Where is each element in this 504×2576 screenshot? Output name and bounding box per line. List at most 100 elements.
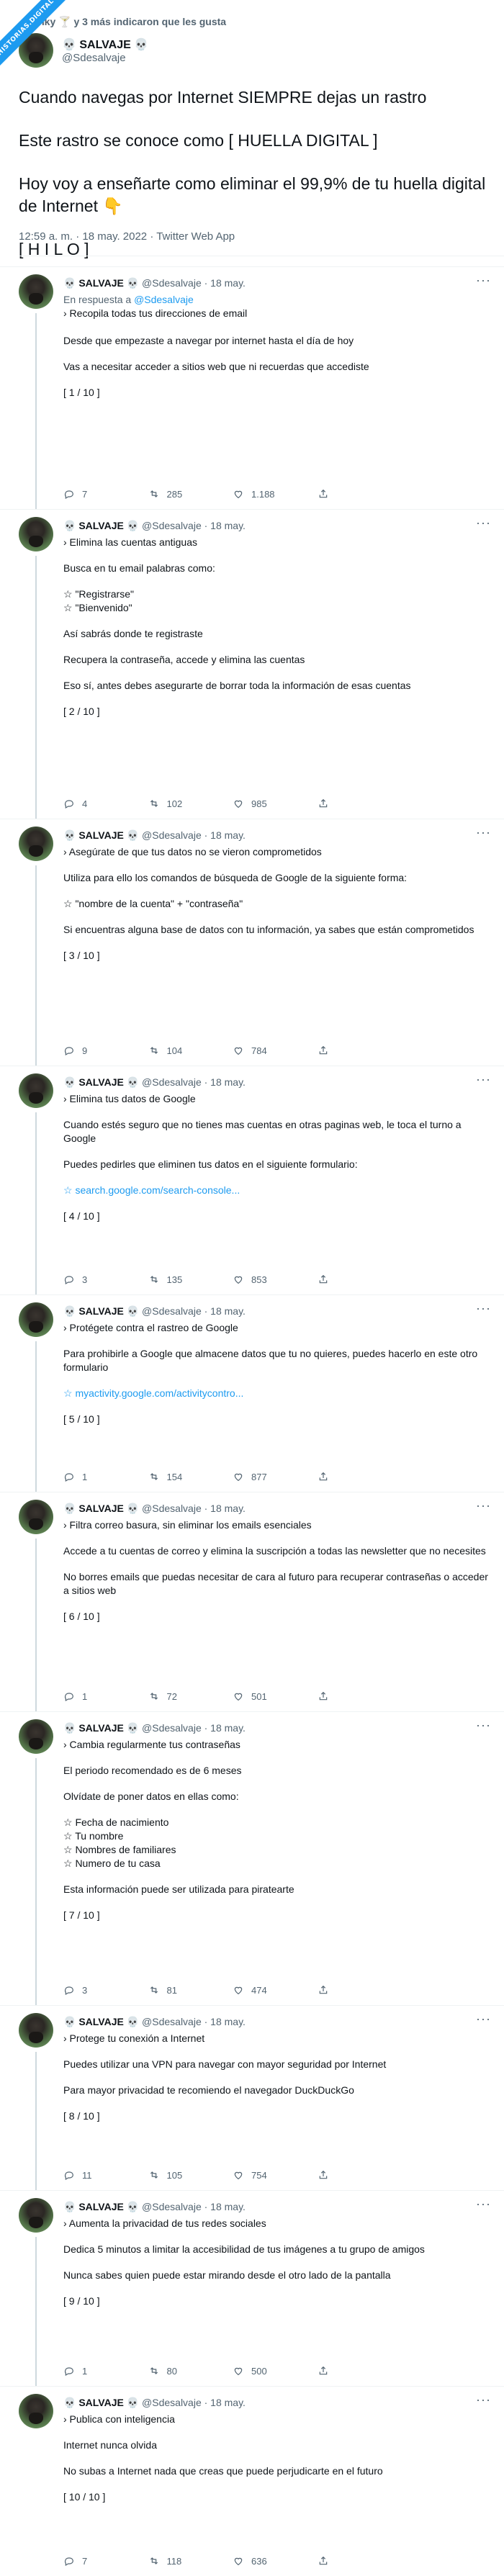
- reply-date[interactable]: · 18 may.: [204, 2016, 246, 2027]
- reply-tweet[interactable]: 💀 SALVAJE 💀 @Sdesalvaje · 18 may. ··· › Fi…: [0, 1492, 504, 1711]
- more-options-icon[interactable]: ···: [476, 273, 491, 288]
- like-button[interactable]: 636: [233, 2555, 318, 2567]
- author-handle[interactable]: @Sdesalvaje: [142, 2201, 202, 2212]
- share-button[interactable]: [318, 2169, 402, 2181]
- more-options-icon[interactable]: ···: [476, 1498, 491, 1513]
- share-button[interactable]: [318, 1274, 402, 1285]
- retweet-button[interactable]: 102: [148, 798, 233, 809]
- avatar[interactable]: [19, 517, 53, 551]
- author-name[interactable]: 💀 SALVAJE 💀: [63, 520, 139, 531]
- reply-tweet[interactable]: 💀 SALVAJE 💀 @Sdesalvaje · 18 may. ··· › El…: [0, 1066, 504, 1294]
- more-options-icon[interactable]: ···: [476, 825, 491, 840]
- reply-button[interactable]: 3: [63, 1984, 148, 1996]
- reply-date[interactable]: · 18 may.: [204, 2201, 246, 2212]
- reply-tweet[interactable]: 💀 SALVAJE 💀 @Sdesalvaje · 18 may. ··· › Pr…: [0, 2005, 504, 2190]
- retweet-button[interactable]: 104: [148, 1045, 233, 1056]
- avatar[interactable]: [19, 274, 53, 309]
- author-handle[interactable]: @Sdesalvaje: [142, 1722, 202, 1734]
- reply-button[interactable]: 1: [63, 2365, 148, 2377]
- author-name[interactable]: 💀 SALVAJE 💀: [63, 829, 139, 841]
- author-name[interactable]: 💀 SALVAJE 💀: [62, 37, 148, 52]
- avatar[interactable]: [19, 1073, 53, 1108]
- share-button[interactable]: [318, 1690, 402, 1702]
- like-button[interactable]: 474: [233, 1984, 318, 1996]
- author-name[interactable]: 💀 SALVAJE 💀: [63, 2016, 139, 2027]
- reply-tweet[interactable]: 💀 SALVAJE 💀 @Sdesalvaje · 18 may. ··· En r…: [0, 266, 504, 509]
- reply-date[interactable]: · 18 may.: [204, 520, 246, 531]
- reply-button[interactable]: 11: [63, 2169, 148, 2181]
- author-handle[interactable]: @Sdesalvaje: [62, 52, 148, 64]
- reply-date[interactable]: · 18 may.: [204, 2397, 246, 2408]
- reply-button[interactable]: 9: [63, 1045, 148, 1056]
- like-button[interactable]: 877: [233, 1471, 318, 1482]
- reply-date[interactable]: · 18 may.: [204, 1503, 246, 1514]
- more-options-icon[interactable]: ···: [476, 2012, 491, 2027]
- share-button[interactable]: [318, 488, 402, 500]
- reply-date[interactable]: · 18 may.: [204, 1076, 246, 1088]
- reply-date[interactable]: · 18 may.: [204, 1722, 246, 1734]
- avatar[interactable]: [19, 2198, 53, 2233]
- reply-tweet[interactable]: 💀 SALVAJE 💀 @Sdesalvaje · 18 may. ··· › El…: [0, 509, 504, 819]
- more-options-icon[interactable]: ···: [476, 1718, 491, 1733]
- avatar[interactable]: [19, 827, 53, 861]
- retweet-button[interactable]: 285: [148, 488, 233, 500]
- reply-button[interactable]: 1: [63, 1471, 148, 1482]
- author-name[interactable]: 💀 SALVAJE 💀: [63, 2201, 139, 2212]
- retweet-button[interactable]: 81: [148, 1984, 233, 1996]
- author-handle[interactable]: @Sdesalvaje: [142, 2016, 202, 2027]
- reply-button[interactable]: 7: [63, 2555, 148, 2567]
- like-button[interactable]: 500: [233, 2365, 318, 2377]
- reply-button[interactable]: 1: [63, 1690, 148, 1702]
- author-name[interactable]: 💀 SALVAJE 💀: [63, 1722, 139, 1734]
- author-name[interactable]: 💀 SALVAJE 💀: [63, 1503, 139, 1514]
- reply-button[interactable]: 4: [63, 798, 148, 809]
- author-handle[interactable]: @Sdesalvaje: [142, 1305, 202, 1317]
- share-button[interactable]: [318, 1984, 402, 1996]
- reply-tweet[interactable]: 💀 SALVAJE 💀 @Sdesalvaje · 18 may. ··· › As…: [0, 819, 504, 1066]
- like-button[interactable]: 853: [233, 1274, 318, 1285]
- like-button[interactable]: 754: [233, 2169, 318, 2181]
- author-name[interactable]: 💀 SALVAJE 💀: [63, 2397, 139, 2408]
- retweet-button[interactable]: 118: [148, 2555, 233, 2567]
- share-button[interactable]: [318, 1045, 402, 1056]
- avatar[interactable]: [19, 1302, 53, 1337]
- reply-to-handle[interactable]: @Sdesalvaje: [134, 294, 194, 305]
- share-button[interactable]: [318, 2365, 402, 2377]
- share-button[interactable]: [318, 798, 402, 809]
- more-options-icon[interactable]: ···: [476, 515, 491, 531]
- avatar[interactable]: [19, 1500, 53, 1534]
- more-options-icon[interactable]: ···: [476, 1301, 491, 1316]
- reply-date[interactable]: · 18 may.: [204, 277, 246, 289]
- retweet-button[interactable]: 80: [148, 2365, 233, 2377]
- author-handle[interactable]: @Sdesalvaje: [142, 1503, 202, 1514]
- retweet-button[interactable]: 154: [148, 1471, 233, 1482]
- reply-tweet[interactable]: 💀 SALVAJE 💀 @Sdesalvaje · 18 may. ··· › Ca…: [0, 1711, 504, 2005]
- author-name[interactable]: 💀 SALVAJE 💀: [63, 1305, 139, 1317]
- more-options-icon[interactable]: ···: [476, 2197, 491, 2212]
- like-button[interactable]: 501: [233, 1690, 318, 1702]
- author-name[interactable]: 💀 SALVAJE 💀: [63, 1076, 139, 1088]
- like-button[interactable]: 784: [233, 1045, 318, 1056]
- avatar[interactable]: [19, 2013, 53, 2048]
- author-handle[interactable]: @Sdesalvaje: [142, 829, 202, 841]
- reply-date[interactable]: · 18 may.: [204, 1305, 246, 1317]
- avatar[interactable]: [19, 1719, 53, 1754]
- reply-date[interactable]: · 18 may.: [204, 829, 246, 841]
- author-handle[interactable]: @Sdesalvaje: [142, 2397, 202, 2408]
- reply-button[interactable]: 7: [63, 488, 148, 500]
- share-button[interactable]: [318, 1471, 402, 1482]
- more-options-icon[interactable]: ···: [476, 1072, 491, 1087]
- author-handle[interactable]: @Sdesalvaje: [142, 520, 202, 531]
- like-button[interactable]: 1.188: [233, 488, 318, 500]
- tweet-timestamp[interactable]: 12:59 a. m. · 18 may. 2022 · Twitter Web…: [19, 230, 235, 243]
- reply-tweet[interactable]: 💀 SALVAJE 💀 @Sdesalvaje · 18 may. ··· › Au…: [0, 2190, 504, 2386]
- share-button[interactable]: [318, 2555, 402, 2567]
- reply-button[interactable]: 3: [63, 1274, 148, 1285]
- author-handle[interactable]: @Sdesalvaje: [142, 277, 202, 289]
- author-name[interactable]: 💀 SALVAJE 💀: [63, 277, 139, 289]
- retweet-button[interactable]: 72: [148, 1690, 233, 1702]
- external-link[interactable]: ☆ myactivity.google.com/activitycontro..…: [63, 1387, 488, 1400]
- avatar[interactable]: [19, 2394, 53, 2428]
- reply-tweet[interactable]: 💀 SALVAJE 💀 @Sdesalvaje · 18 may. ··· › Pr…: [0, 1294, 504, 1492]
- more-options-icon[interactable]: ···: [476, 2392, 491, 2408]
